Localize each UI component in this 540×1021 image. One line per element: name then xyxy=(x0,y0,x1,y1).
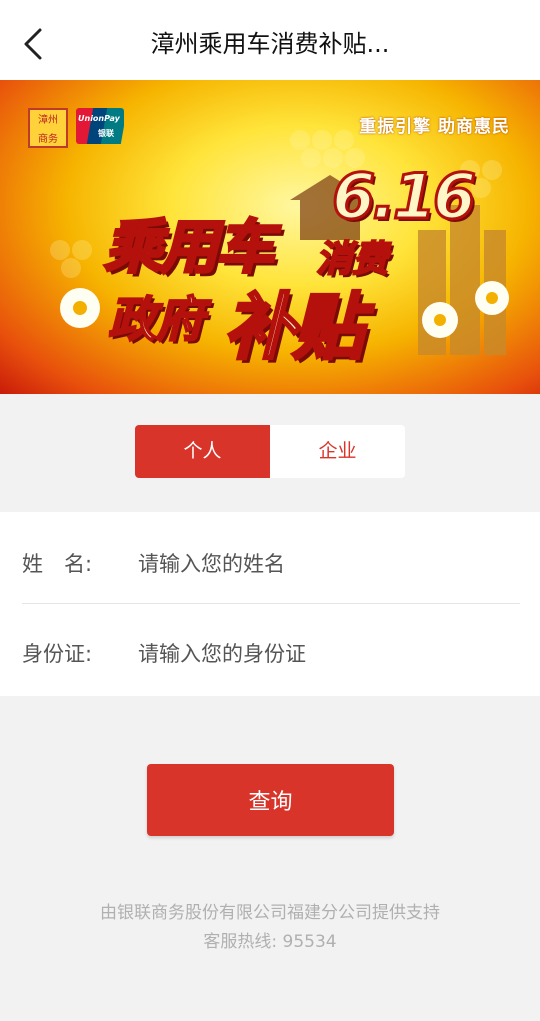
query-button[interactable]: 查询 xyxy=(147,764,394,836)
id-label: 身份证: xyxy=(22,642,93,666)
promo-banner: 漳州 商务 UnionPay 银联 重振引擎 助商惠民 6.16 乘用车 消费 政… xyxy=(0,80,540,394)
user-type-tabs: 个人 企业 xyxy=(135,425,405,478)
name-input[interactable] xyxy=(138,518,508,610)
top-navigation-bar: 漳州乘用车消费补贴... xyxy=(0,0,540,88)
unionpay-logo: UnionPay 银联 xyxy=(76,108,124,144)
service-hotline[interactable]: 客服热线: 95534 xyxy=(0,927,540,952)
tab-enterprise[interactable]: 企业 xyxy=(270,425,405,478)
banner-headline-2b: 补贴 xyxy=(222,284,365,371)
name-label: 姓 名: xyxy=(22,552,93,576)
banner-slogan: 重振引擎 助商惠民 xyxy=(359,117,510,137)
id-input[interactable] xyxy=(138,608,508,700)
query-form: 姓 名: 身份证: xyxy=(0,512,540,700)
tab-personal[interactable]: 个人 xyxy=(135,425,270,478)
banner-headline-2: 政府 xyxy=(107,291,205,349)
banner-date: 6.16 xyxy=(331,159,478,235)
provider-note: 由银联商务股份有限公司福建分公司提供支持 xyxy=(100,903,440,923)
zhangzhou-commerce-logo: 漳州 商务 xyxy=(28,108,68,148)
page-title: 漳州乘用车消费补贴... xyxy=(150,30,390,58)
form-divider xyxy=(22,603,520,604)
